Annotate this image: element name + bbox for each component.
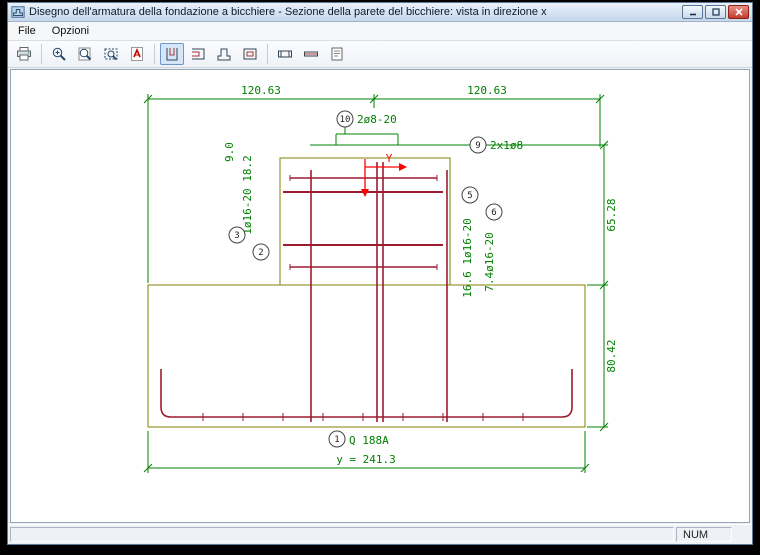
section-wall-x-button[interactable] bbox=[160, 43, 184, 65]
callout-1-label: Q 188A bbox=[349, 434, 389, 447]
printer-icon bbox=[17, 47, 31, 61]
dim-right-lower-label: 80.42 bbox=[605, 339, 618, 372]
dim-right-upper-label: 65.28 bbox=[605, 198, 618, 231]
callout-9-label: 2x1ø8 bbox=[490, 139, 523, 152]
section-wall-y-icon bbox=[192, 48, 205, 60]
axis-marker: Y bbox=[361, 152, 407, 197]
section-plinth-x-icon bbox=[217, 48, 231, 61]
dim-top-left-label: 120.63 bbox=[241, 84, 281, 97]
resize-grip[interactable] bbox=[734, 527, 750, 542]
callout-10-num: 10 bbox=[340, 115, 351, 125]
window-title: Disegno dell'armatura della fondazione a… bbox=[29, 6, 547, 18]
toolbar bbox=[8, 41, 752, 68]
zoom-in-button[interactable] bbox=[47, 43, 71, 65]
print-preview-icon bbox=[331, 47, 343, 61]
zoom-in-icon bbox=[52, 47, 66, 61]
section-wall-y-button[interactable] bbox=[186, 43, 210, 65]
app-icon bbox=[11, 5, 25, 19]
callout-6-num: 6 bbox=[491, 208, 496, 218]
callout-5-num: 5 bbox=[467, 191, 472, 201]
beam-side-view-button[interactable] bbox=[299, 43, 323, 65]
dimension-lines bbox=[143, 94, 609, 473]
dim-top-right-label: 120.63 bbox=[467, 84, 507, 97]
drawing-canvas[interactable]: 120.63 120.63 65.28 80.42 y = 241.3 9.0 … bbox=[10, 69, 750, 523]
app-window: Disegno dell'armatura della fondazione a… bbox=[7, 2, 753, 545]
beam-top-view-icon bbox=[278, 50, 292, 58]
section-plinth-x-button[interactable] bbox=[212, 43, 236, 65]
dim-bottom-total-label: y = 241.3 bbox=[336, 453, 396, 466]
zoom-window-icon bbox=[104, 48, 118, 61]
menubar: File Opzioni bbox=[8, 22, 752, 41]
print-button[interactable] bbox=[12, 43, 36, 65]
section-wall-x-icon bbox=[166, 48, 178, 61]
foundation-drawing: 120.63 120.63 65.28 80.42 y = 241.3 9.0 … bbox=[143, 84, 618, 473]
callout-10-label: 2ø8-20 bbox=[357, 113, 397, 126]
toolbar-separator bbox=[41, 44, 42, 64]
status-num: NUM bbox=[676, 527, 732, 542]
beam-side-view-icon bbox=[304, 51, 318, 57]
toolbar-separator bbox=[154, 44, 155, 64]
bottom-mesh bbox=[160, 369, 573, 421]
zoom-page-button[interactable] bbox=[73, 43, 97, 65]
beam-top-view-button[interactable] bbox=[273, 43, 297, 65]
menu-opzioni[interactable]: Opzioni bbox=[44, 22, 97, 40]
dim-left-offset-label: 9.0 bbox=[223, 142, 236, 162]
concrete-outline bbox=[147, 157, 586, 428]
rebar-label-pos5: 16.6 1ø16-20 bbox=[461, 218, 474, 297]
section-plinth-y-button[interactable] bbox=[238, 43, 262, 65]
zoom-window-button[interactable] bbox=[99, 43, 123, 65]
callout-9-num: 9 bbox=[475, 141, 480, 151]
callout-2-num: 2 bbox=[258, 248, 263, 258]
pdf-export-button[interactable] bbox=[125, 43, 149, 65]
pdf-export-icon bbox=[131, 47, 143, 61]
axis-y-label: Y bbox=[386, 152, 393, 165]
rebar-label-pos6: 7.4ø16-20 bbox=[483, 232, 496, 292]
window-controls bbox=[682, 5, 749, 19]
callout-1-num: 1 bbox=[334, 435, 339, 445]
maximize-button[interactable] bbox=[705, 5, 726, 19]
close-button[interactable] bbox=[728, 5, 749, 19]
zoom-page-icon bbox=[78, 47, 92, 61]
rebar-label-pos3: 1ø16-20 18.2 bbox=[241, 155, 254, 234]
section-plinth-y-icon bbox=[243, 48, 257, 60]
rebar-lines bbox=[283, 162, 448, 422]
status-main-panel bbox=[10, 527, 674, 542]
titlebar: Disegno dell'armatura della fondazione a… bbox=[8, 3, 752, 22]
menu-file[interactable]: File bbox=[10, 22, 44, 40]
toolbar-separator bbox=[267, 44, 268, 64]
minimize-button[interactable] bbox=[682, 5, 703, 19]
statusbar: NUM bbox=[8, 524, 752, 544]
callout-3-num: 3 bbox=[234, 231, 239, 241]
print-preview-button[interactable] bbox=[325, 43, 349, 65]
